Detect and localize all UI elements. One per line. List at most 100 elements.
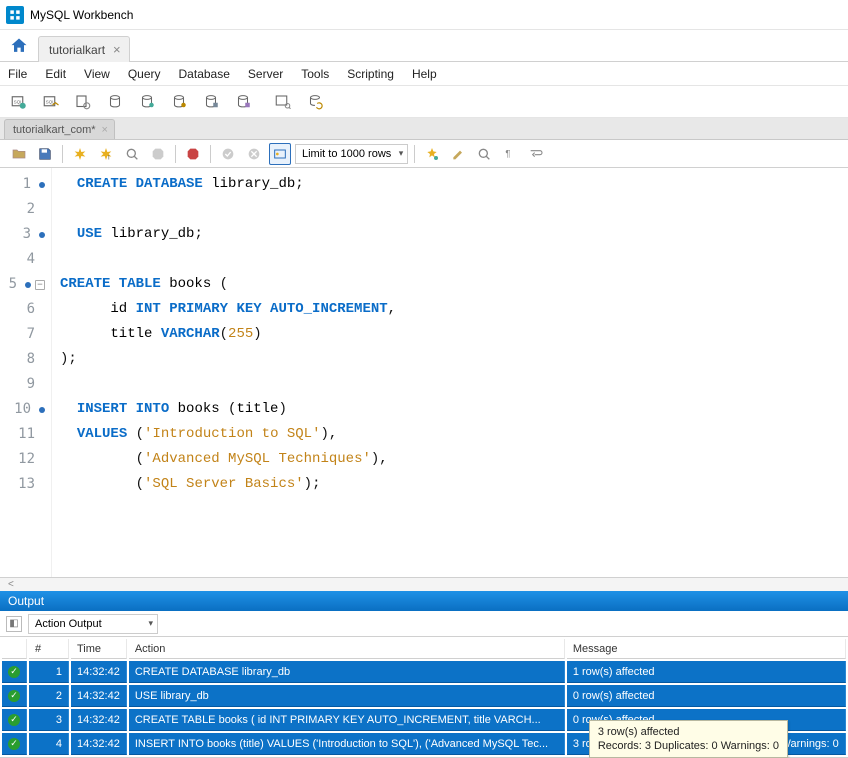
schema-icon[interactable] [104, 91, 126, 113]
connection-tab[interactable]: tutorialkart × [38, 36, 130, 62]
find-icon[interactable] [473, 143, 495, 165]
output-table-wrap: # Time Action Message ✓114:32:42CREATE D… [0, 637, 848, 758]
success-icon: ✓ [8, 714, 20, 726]
code-line[interactable]: title VARCHAR(255) [60, 322, 396, 347]
wrap-icon[interactable] [525, 143, 547, 165]
explain-icon[interactable] [121, 143, 143, 165]
limit-rows-label: Limit to 1000 rows [302, 148, 391, 160]
col-message[interactable]: Message [567, 639, 846, 659]
code-line[interactable]: id INT PRIMARY KEY AUTO_INCREMENT, [60, 297, 396, 322]
inspector-icon[interactable] [72, 91, 94, 113]
open-file-icon[interactable] [8, 143, 30, 165]
code-line[interactable]: ('SQL Server Basics'); [60, 472, 396, 497]
stop-on-error-icon[interactable] [182, 143, 204, 165]
code-line[interactable]: ('Advanced MySQL Techniques'), [60, 447, 396, 472]
editor-tab-close[interactable]: × [102, 124, 108, 136]
menu-database[interactable]: Database [179, 67, 230, 81]
menu-server[interactable]: Server [248, 67, 283, 81]
new-sql-tab-icon[interactable]: SQL [8, 91, 30, 113]
connection-tab-label: tutorialkart [49, 43, 105, 57]
code-line[interactable]: CREATE TABLE books ( [60, 272, 396, 297]
line-number: 9 [0, 372, 45, 397]
code-line[interactable]: INSERT INTO books (title) [60, 397, 396, 422]
brush-icon[interactable] [447, 143, 469, 165]
app-title: MySQL Workbench [30, 8, 133, 22]
line-number: 11 [0, 422, 45, 447]
beautify-icon[interactable] [421, 143, 443, 165]
execute-current-icon[interactable]: I [95, 143, 117, 165]
sql-editor[interactable]: 12345−678910111213 CREATE DATABASE libra… [0, 168, 848, 577]
output-selector-row: ◧ Action Output [0, 611, 848, 637]
search-table-icon[interactable] [272, 91, 294, 113]
output-title: Output [8, 594, 44, 608]
stop-icon[interactable] [147, 143, 169, 165]
message-tooltip: 3 row(s) affected Records: 3 Duplicates:… [589, 720, 788, 758]
code-line[interactable] [60, 247, 396, 272]
open-sql-icon[interactable]: SQL [40, 91, 62, 113]
index-cell: 3 [29, 709, 69, 731]
output-view-icon[interactable]: ◧ [6, 616, 22, 632]
titlebar: MySQL Workbench [0, 0, 848, 30]
success-icon: ✓ [8, 738, 20, 750]
line-number: 6 [0, 297, 45, 322]
index-cell: 1 [29, 661, 69, 683]
action-cell: USE library_db [129, 685, 565, 707]
limit-rows-dropdown[interactable]: Limit to 1000 rows [295, 144, 408, 164]
reconnect-icon[interactable] [304, 91, 326, 113]
menu-help[interactable]: Help [412, 67, 437, 81]
table-icon[interactable] [136, 91, 158, 113]
connection-tab-row: tutorialkart × [0, 30, 848, 62]
line-gutter: 12345−678910111213 [0, 168, 52, 577]
save-icon[interactable] [34, 143, 56, 165]
action-cell: INSERT INTO books (title) VALUES ('Intro… [129, 733, 565, 755]
code-line[interactable]: ); [60, 347, 396, 372]
code-area[interactable]: CREATE DATABASE library_db; USE library_… [52, 168, 404, 577]
output-row[interactable]: ✓114:32:42CREATE DATABASE library_db1 ro… [2, 661, 846, 683]
message-cell: 1 row(s) affected [567, 661, 846, 683]
col-action[interactable]: Action [129, 639, 565, 659]
execute-icon[interactable] [69, 143, 91, 165]
output-panel-header: Output [0, 591, 848, 611]
menu-edit[interactable]: Edit [45, 67, 66, 81]
line-number: 1 [0, 172, 45, 197]
message-cell: 0 row(s) affected [567, 685, 846, 707]
status-cell: ✓ [2, 733, 27, 755]
output-row[interactable]: ✓214:32:42USE library_db0 row(s) affecte… [2, 685, 846, 707]
invisible-icon[interactable]: ¶ [499, 143, 521, 165]
menu-file[interactable]: File [8, 67, 27, 81]
output-type-dropdown[interactable]: Action Output [28, 614, 158, 634]
status-cell: ✓ [2, 709, 27, 731]
autocommit-icon[interactable] [269, 143, 291, 165]
menu-query[interactable]: Query [128, 67, 161, 81]
menu-tools[interactable]: Tools [301, 67, 329, 81]
status-cell: ✓ [2, 661, 27, 683]
commit-icon[interactable] [217, 143, 239, 165]
code-line[interactable] [60, 372, 396, 397]
menu-view[interactable]: View [84, 67, 110, 81]
main-toolbar: SQL SQL [0, 86, 848, 118]
func-icon[interactable] [232, 91, 254, 113]
proc-icon[interactable] [200, 91, 222, 113]
horizontal-scrollbar[interactable]: < [0, 577, 848, 591]
index-cell: 4 [29, 733, 69, 755]
time-cell: 14:32:42 [71, 685, 127, 707]
output-type-label: Action Output [35, 618, 102, 630]
success-icon: ✓ [8, 666, 20, 678]
code-line[interactable]: CREATE DATABASE library_db; [60, 172, 396, 197]
line-number: 13 [0, 472, 45, 497]
col-index[interactable]: # [29, 639, 69, 659]
rollback-icon[interactable] [243, 143, 265, 165]
view-icon[interactable] [168, 91, 190, 113]
col-time[interactable]: Time [71, 639, 127, 659]
editor-tab[interactable]: tutorialkart_com* × [4, 119, 115, 139]
code-line[interactable]: USE library_db; [60, 222, 396, 247]
home-button[interactable] [4, 33, 34, 59]
code-line[interactable] [60, 197, 396, 222]
time-cell: 14:32:42 [71, 709, 127, 731]
time-cell: 14:32:42 [71, 661, 127, 683]
menu-scripting[interactable]: Scripting [347, 67, 394, 81]
code-line[interactable]: VALUES ('Introduction to SQL'), [60, 422, 396, 447]
line-number: 5− [0, 272, 45, 297]
editor-tab-row: tutorialkart_com* × [0, 118, 848, 140]
connection-tab-close[interactable]: × [113, 42, 121, 57]
